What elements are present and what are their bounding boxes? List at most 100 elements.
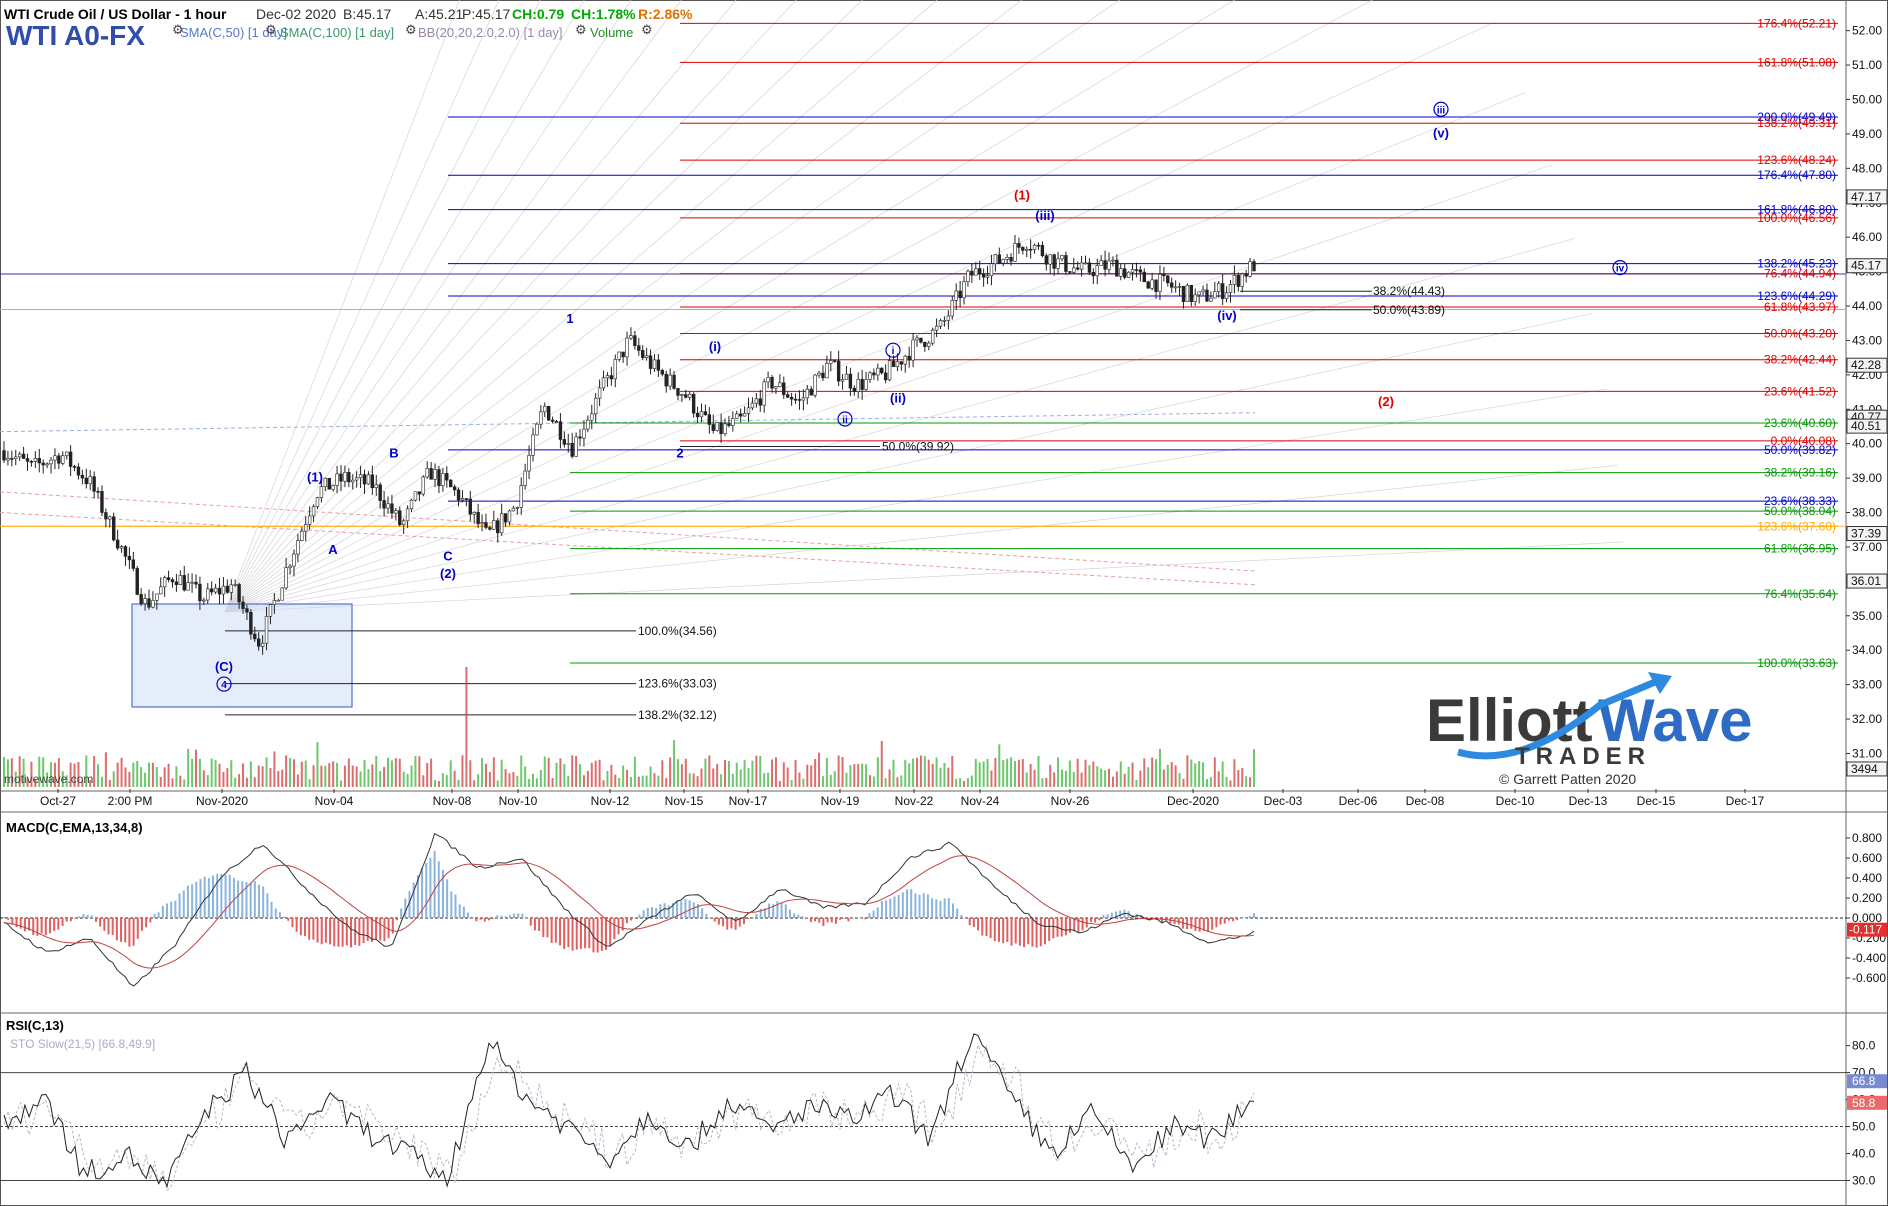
candle-body [166, 577, 171, 580]
volume-bar [1037, 755, 1040, 787]
gear-icon[interactable]: ⚙ [641, 22, 653, 37]
macd-histogram-bar [993, 918, 996, 942]
volume-bar [966, 778, 969, 787]
candle-body [546, 406, 551, 421]
candle-body [938, 320, 943, 327]
macd-histogram-bar [1161, 918, 1164, 923]
candle-body [104, 512, 108, 520]
price-box-label: 47.17 [1851, 190, 1881, 204]
macd-title: MACD(C,EMA,13,34,8) [6, 820, 143, 835]
macd-histogram-bar [69, 918, 72, 922]
volume-bar [774, 757, 777, 787]
gear-icon[interactable]: ⚙ [172, 22, 184, 37]
fib-level-label: 138.2%(49.31) [1757, 116, 1836, 130]
indicator-volume[interactable]: Volume [590, 25, 633, 40]
candle-body [1158, 274, 1162, 292]
dashed-trend-line [0, 412, 1256, 433]
candle-body [782, 382, 786, 395]
price-tick-label: 33.00 [1852, 678, 1882, 692]
gear-icon[interactable]: ⚙ [265, 22, 277, 37]
candle-body [1028, 248, 1033, 251]
price-chart[interactable]: 176.4%(52.21)161.8%(51.08)200.0%(49.49)1… [0, 0, 1888, 1206]
candle-body [1217, 283, 1221, 292]
candle-body [617, 351, 621, 360]
candle-body [633, 335, 637, 346]
macd-histogram-bar [274, 908, 277, 918]
inner-fib-levels: 38.2%(44.43) 50.0%(43.89) 50.0%(39.92) 100.… [225, 284, 1445, 722]
volume-bar [849, 765, 852, 787]
price-box-label: 45.17 [1851, 259, 1881, 273]
candle-body [809, 388, 813, 396]
volume-bar [202, 770, 205, 787]
volume-bar [696, 776, 699, 787]
volume-bar [790, 780, 793, 787]
volume-bar [1139, 770, 1142, 787]
macd-histogram-bar [814, 918, 817, 922]
volume-bar [547, 757, 550, 787]
time-axis[interactable]: Oct-27 2:00 PM Nov-2020 Nov-04 Nov-08 Nov-10 N… [40, 789, 1765, 808]
volume-bar [1013, 760, 1016, 787]
volume-bar [528, 778, 531, 787]
candle-body [907, 355, 911, 361]
macd-histogram-bar [1215, 918, 1218, 928]
candle-body [319, 486, 324, 498]
volume-bar [919, 755, 922, 787]
candle-body [746, 407, 751, 414]
candle-body [1052, 254, 1056, 269]
volume-bar [296, 774, 299, 787]
volume-bar [289, 758, 292, 787]
fan-line [224, 164, 1552, 613]
candle-body [1005, 257, 1009, 260]
macd-histogram-bar [475, 918, 478, 922]
volume-bar [159, 776, 162, 787]
volume-bar [516, 775, 519, 787]
volume-bar [136, 760, 139, 787]
indicator-bb[interactable]: BB(20,20,2.0,2.0) [1 day] [418, 25, 563, 40]
inner-fib-label: 38.2%(44.43) [1373, 284, 1445, 298]
macd-histogram-bar [412, 882, 415, 918]
macd-histogram-bar [349, 918, 352, 948]
volume-bar [116, 762, 119, 787]
candle-body [339, 473, 343, 482]
macd-histogram-bar [362, 918, 365, 944]
macd-histogram-bar [1110, 912, 1113, 918]
candle-body [370, 474, 375, 489]
macd-histogram-bar [830, 918, 833, 923]
macd-histogram-bar [600, 918, 603, 951]
volume-bar [633, 756, 636, 787]
rsi-value-label: 58.8 [1852, 1096, 1876, 1110]
macd-panel: 0.8000.6000.4000.2000.000-0.200-0.400-0.… [0, 831, 1887, 987]
wave-label: C [443, 549, 453, 564]
candle-body [41, 462, 45, 466]
gear-icon[interactable]: ⚙ [575, 22, 587, 37]
volume-bar [771, 759, 774, 787]
volume-bar [653, 773, 656, 787]
price-tick-label: 50.00 [1852, 92, 1882, 106]
volume-bar [904, 759, 907, 787]
gear-icon[interactable]: ⚙ [405, 22, 417, 37]
candle-body [801, 397, 806, 401]
volume-bar [175, 766, 178, 787]
indicator-sma100[interactable]: SMA(C,100) [1 day] [280, 25, 394, 40]
volume-bar [214, 760, 217, 787]
wave-label: 1 [566, 311, 573, 326]
macd-histogram-bar [951, 903, 954, 918]
volume-bar [767, 772, 770, 787]
candle-body [644, 355, 649, 358]
candle-body [519, 485, 523, 508]
price-axis[interactable]: 31.0032.0033.0034.0035.0036.0037.0038.00… [1846, 24, 1888, 777]
candle-body [785, 394, 790, 398]
volume-bar [704, 758, 707, 787]
volume-bar [782, 762, 785, 787]
macd-histogram-bar [709, 917, 712, 918]
volume-bar [449, 760, 452, 787]
candle-body [872, 372, 876, 376]
fib-level-label: 76.4%(44.94) [1764, 267, 1836, 281]
time-tick-label: Dec-03 [1264, 794, 1303, 808]
candle-body [1111, 259, 1115, 262]
price-box-label: 3494 [1851, 762, 1878, 776]
volume-bar [473, 780, 476, 787]
macd-histogram-bar [157, 912, 160, 918]
volume-bar [367, 769, 370, 787]
volume-bar [1182, 778, 1185, 787]
